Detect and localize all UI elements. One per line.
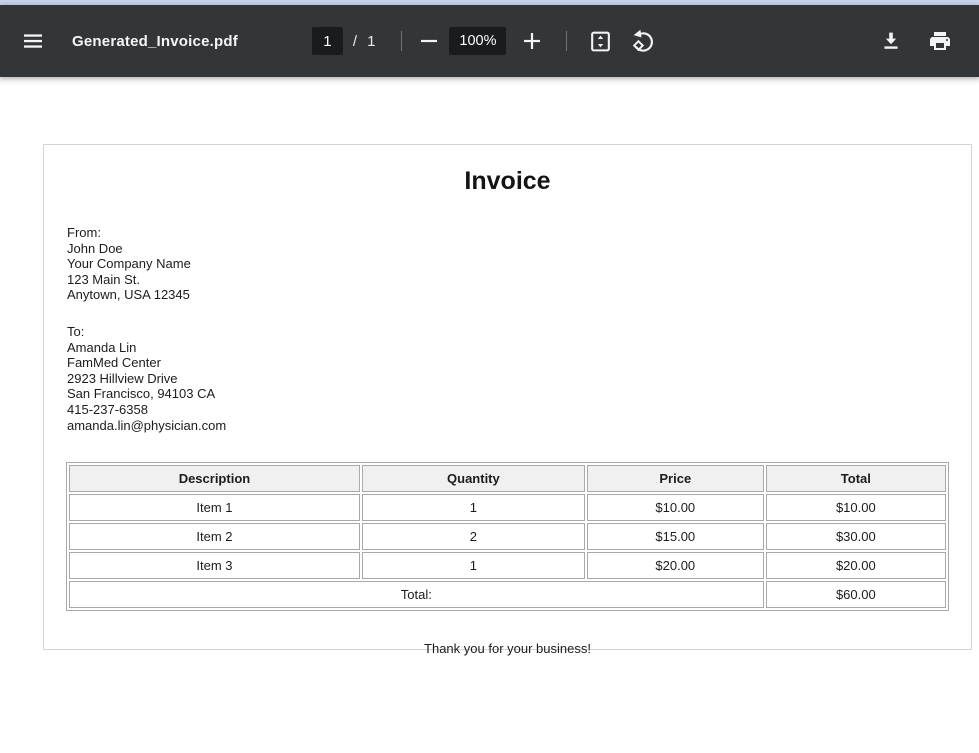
- zoom-in-button[interactable]: [512, 21, 552, 61]
- to-line: 2923 Hillview Drive: [67, 371, 971, 387]
- pdf-viewer-canvas[interactable]: Invoice From: John Doe Your Company Name…: [0, 77, 979, 753]
- zoom-out-button[interactable]: [409, 21, 449, 61]
- table-header-row: Description Quantity Price Total: [69, 465, 946, 492]
- to-line: amanda.lin@physician.com: [67, 418, 971, 434]
- from-line: Anytown, USA 12345: [67, 287, 971, 303]
- total-label-cell: Total:: [69, 581, 764, 608]
- print-button[interactable]: [920, 21, 960, 61]
- pdf-page: Invoice From: John Doe Your Company Name…: [43, 144, 972, 650]
- column-header-total: Total: [766, 465, 946, 492]
- invoice-from-block: From: John Doe Your Company Name 123 Mai…: [67, 225, 971, 303]
- download-button[interactable]: [871, 21, 911, 61]
- from-line: Your Company Name: [67, 256, 971, 272]
- menu-button[interactable]: [13, 21, 53, 61]
- invoice-to-block: To: Amanda Lin FamMed Center 2923 Hillvi…: [67, 324, 971, 433]
- plus-icon: [520, 29, 544, 53]
- page-total: 1: [367, 33, 375, 50]
- table-row: Item 2 2 $15.00 $30.00: [69, 523, 946, 550]
- to-line: FamMed Center: [67, 355, 971, 371]
- toolbar-right-controls: [871, 21, 979, 61]
- cell-description: Item 1: [69, 494, 360, 521]
- pdf-viewer-window: Generated_Invoice.pdf / 1 100%: [0, 0, 979, 753]
- table-row: Item 3 1 $20.00 $20.00: [69, 552, 946, 579]
- cell-price: $20.00: [587, 552, 764, 579]
- pdf-toolbar: Generated_Invoice.pdf / 1 100%: [0, 5, 979, 77]
- cell-price: $10.00: [587, 494, 764, 521]
- column-header-description: Description: [69, 465, 360, 492]
- cell-quantity: 1: [362, 494, 585, 521]
- to-label: To:: [67, 324, 971, 340]
- to-line: San Francisco, 94103 CA: [67, 386, 971, 402]
- page-controls: / 1 100%: [312, 21, 664, 61]
- cell-total: $30.00: [766, 523, 946, 550]
- rotate-button[interactable]: [623, 21, 663, 61]
- toolbar-divider: [401, 31, 402, 51]
- invoice-items-table: Description Quantity Price Total Item 1 …: [66, 462, 949, 611]
- page-count: / 1: [353, 33, 376, 50]
- fit-to-page-button[interactable]: [580, 21, 620, 61]
- cell-description: Item 2: [69, 523, 360, 550]
- menu-icon: [21, 29, 45, 53]
- invoice-title: Invoice: [44, 167, 971, 196]
- minus-icon: [417, 29, 441, 53]
- cell-price: $15.00: [587, 523, 764, 550]
- download-icon: [879, 29, 903, 53]
- zoom-level-display[interactable]: 100%: [449, 27, 506, 55]
- column-header-price: Price: [587, 465, 764, 492]
- fit-to-page-icon: [588, 29, 613, 54]
- from-line: John Doe: [67, 241, 971, 257]
- cell-description: Item 3: [69, 552, 360, 579]
- total-value-cell: $60.00: [766, 581, 946, 608]
- to-line: 415-237-6358: [67, 402, 971, 418]
- rotate-counterclockwise-icon: [630, 28, 656, 54]
- cell-total: $20.00: [766, 552, 946, 579]
- cell-quantity: 1: [362, 552, 585, 579]
- invoice-footer-note: Thank you for your business!: [44, 641, 971, 656]
- table-row: Item 1 1 $10.00 $10.00: [69, 494, 946, 521]
- print-icon: [928, 29, 952, 53]
- cell-total: $10.00: [766, 494, 946, 521]
- document-title: Generated_Invoice.pdf: [72, 33, 238, 50]
- column-header-quantity: Quantity: [362, 465, 585, 492]
- to-line: Amanda Lin: [67, 340, 971, 356]
- table-total-row: Total: $60.00: [69, 581, 946, 608]
- from-line: 123 Main St.: [67, 272, 971, 288]
- from-label: From:: [67, 225, 971, 241]
- page-number-input[interactable]: [312, 27, 343, 55]
- page-separator: /: [353, 33, 357, 50]
- toolbar-divider: [566, 31, 567, 51]
- cell-quantity: 2: [362, 523, 585, 550]
